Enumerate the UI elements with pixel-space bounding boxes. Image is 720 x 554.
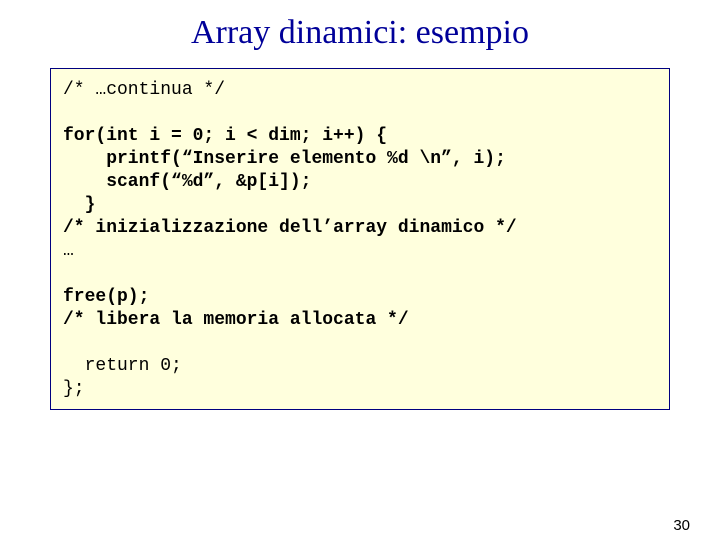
- code-line: /* libera la memoria allocata */: [63, 310, 409, 330]
- page-number: 30: [673, 517, 690, 534]
- code-line: …: [63, 241, 74, 261]
- code-line: for(int i = 0; i < dim; i++) {: [63, 126, 387, 146]
- page-title: Array dinamici: esempio: [0, 14, 720, 52]
- code-line: printf(“Inserire elemento %d \n”, i);: [63, 149, 506, 169]
- code-line: /* …continua */: [63, 80, 225, 100]
- code-line: return 0;: [63, 356, 182, 376]
- code-block: /* …continua */ for(int i = 0; i < dim; …: [50, 68, 670, 410]
- code-line: free(p);: [63, 287, 149, 307]
- code-line: }: [63, 195, 95, 215]
- code-line: /* inizializzazione dell’array dinamico …: [63, 218, 517, 238]
- code-line: };: [63, 379, 85, 399]
- code-line: scanf(“%d”, &p[i]);: [63, 172, 311, 192]
